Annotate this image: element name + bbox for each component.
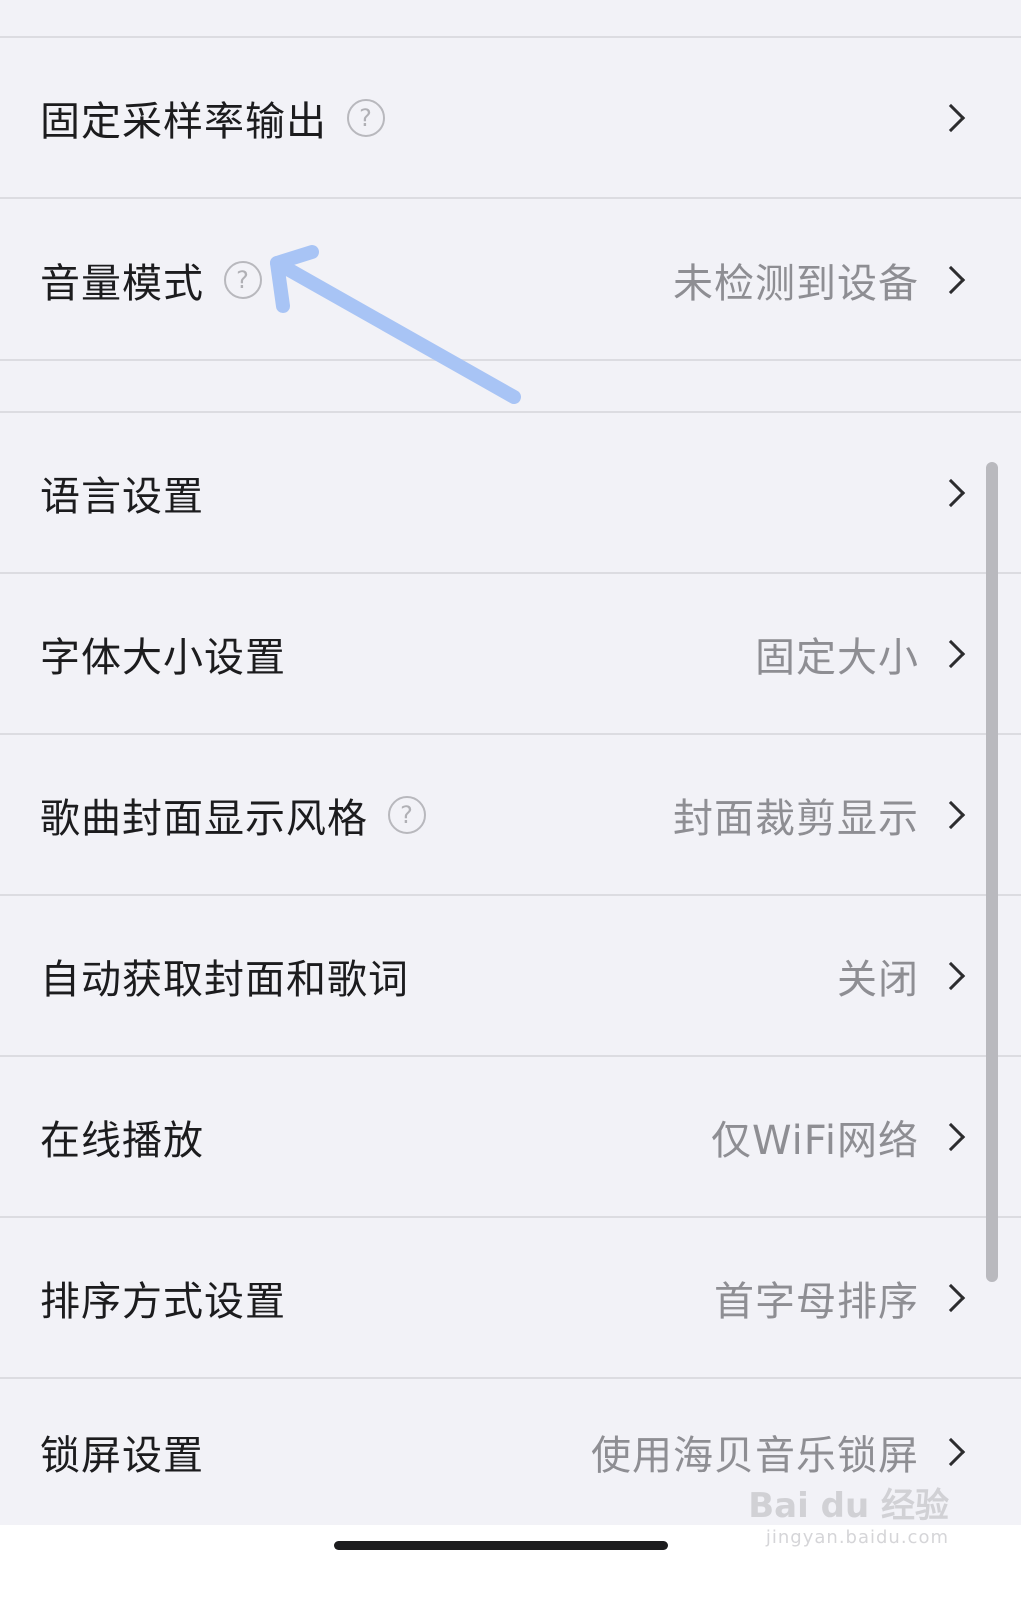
watermark-brand: Bai du 经验 <box>748 1486 949 1526</box>
settings-screen: 固定采样率输出 ? 音量模式 ? 未检测到设备 语言设置 字体大小设置 固定大小… <box>0 0 1021 1600</box>
row-label: 固定采样率输出 <box>40 98 327 145</box>
scrollbar[interactable] <box>986 462 998 1282</box>
row-label: 语言设置 <box>40 473 204 520</box>
chevron-right-icon <box>936 639 966 668</box>
settings-row-online-play[interactable]: 在线播放 仅WiFi网络 <box>0 1057 1021 1218</box>
previous-row-edge <box>0 0 1021 38</box>
settings-row-language[interactable]: 语言设置 <box>0 413 1021 574</box>
settings-row-font-size[interactable]: 字体大小设置 固定大小 <box>0 574 1021 735</box>
row-value: 关闭 <box>837 956 919 1003</box>
help-icon[interactable]: ? <box>388 795 426 834</box>
row-value: 未检测到设备 <box>673 260 919 307</box>
help-icon[interactable]: ? <box>347 98 385 137</box>
row-value: 首字母排序 <box>714 1278 919 1325</box>
help-icon[interactable]: ? <box>224 260 262 299</box>
row-value: 封面裁剪显示 <box>673 795 919 842</box>
chevron-right-icon <box>936 1283 966 1312</box>
row-value: 固定大小 <box>755 634 919 681</box>
home-indicator[interactable] <box>334 1541 668 1550</box>
settings-row-fixed-sample-rate[interactable]: 固定采样率输出 ? <box>0 38 1021 199</box>
row-value: 仅WiFi网络 <box>711 1117 919 1164</box>
settings-row-auto-fetch-cover-lyrics[interactable]: 自动获取封面和歌词 关闭 <box>0 896 1021 1057</box>
settings-row-sort-method[interactable]: 排序方式设置 首字母排序 <box>0 1218 1021 1379</box>
row-value: 使用海贝音乐锁屏 <box>591 1433 919 1479</box>
chevron-right-icon <box>936 800 966 829</box>
watermark: Bai du 经验 jingyan.baidu.com <box>748 1478 949 1548</box>
row-label: 音量模式 <box>40 260 204 307</box>
row-label: 锁屏设置 <box>40 1433 204 1479</box>
chevron-right-icon <box>936 478 966 507</box>
section-gap <box>0 361 1021 413</box>
settings-row-volume-mode[interactable]: 音量模式 ? 未检测到设备 <box>0 200 1021 361</box>
chevron-right-icon <box>936 1437 966 1467</box>
row-label: 歌曲封面显示风格 <box>40 795 368 842</box>
row-label: 排序方式设置 <box>40 1278 286 1325</box>
chevron-right-icon <box>936 103 966 132</box>
watermark-url: jingyan.baidu.com <box>765 1527 949 1548</box>
settings-row-cover-style[interactable]: 歌曲封面显示风格 ? 封面裁剪显示 <box>0 735 1021 896</box>
row-label: 自动获取封面和歌词 <box>40 956 409 1003</box>
row-label: 在线播放 <box>40 1117 204 1164</box>
chevron-right-icon <box>936 265 966 294</box>
chevron-right-icon <box>936 961 966 990</box>
chevron-right-icon <box>936 1122 966 1151</box>
row-label: 字体大小设置 <box>40 634 286 681</box>
